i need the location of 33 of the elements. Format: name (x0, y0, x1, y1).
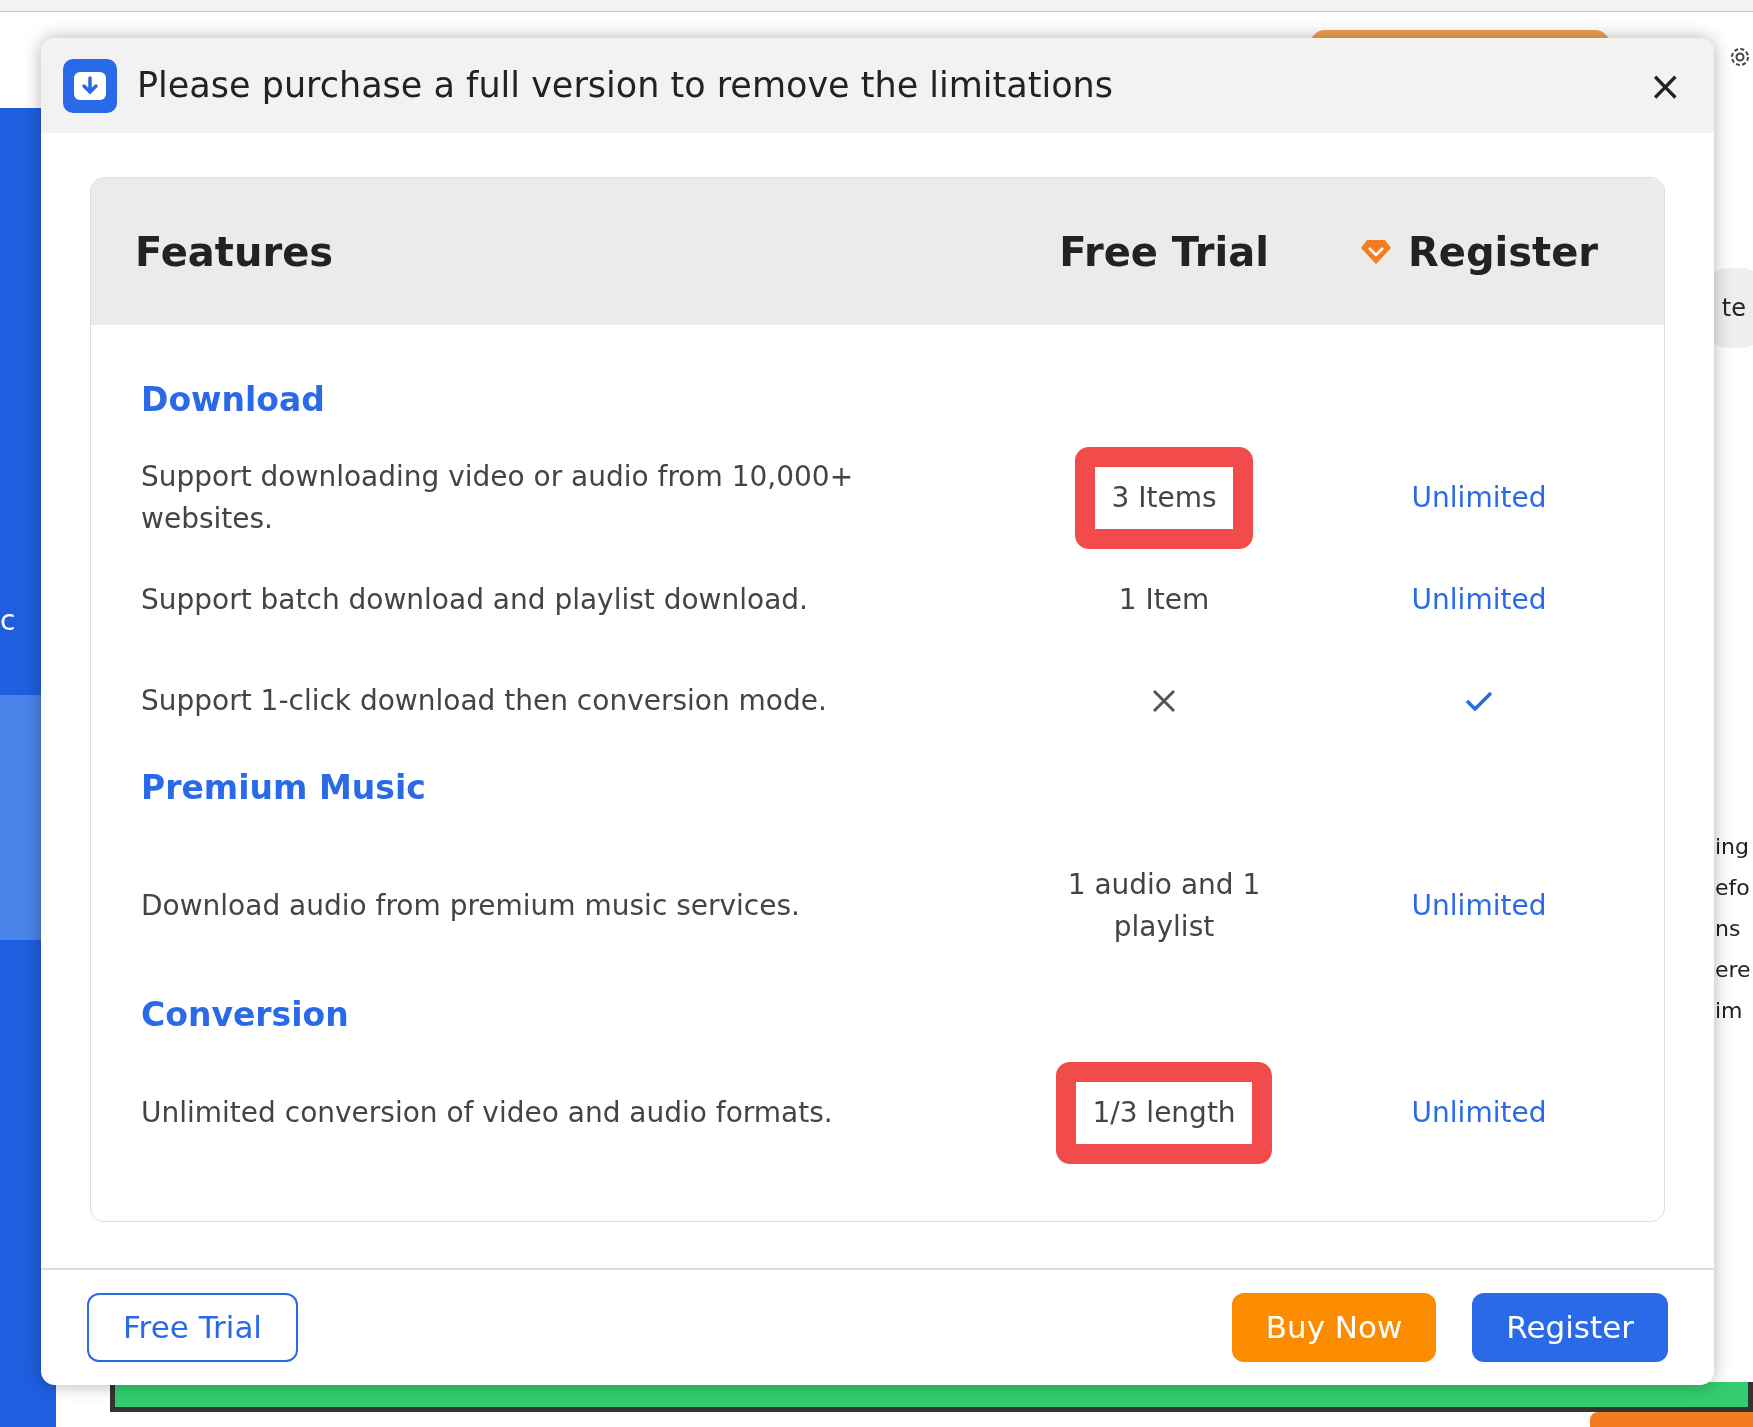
feature-text: Unlimited conversion of video and audio formats. (141, 1094, 833, 1131)
column-header: Features (135, 227, 335, 277)
feature-text: Support batch download and playlist download. (141, 581, 808, 618)
sidebar-text: c (0, 603, 16, 639)
cross-icon (1152, 688, 1176, 713)
feature-text: Download audio from premium music services. (141, 888, 800, 924)
background-text: ing (1715, 833, 1751, 861)
feature-text: Support downloading video or audio from 10,000+ websites. (141, 458, 855, 537)
check-icon (1465, 690, 1493, 711)
background-text: ere (1715, 956, 1751, 984)
limit-text: 1 audio and 1 playlist (1066, 867, 1262, 945)
background-text: ns (1715, 915, 1742, 943)
unlimited-text: Unlimited (1411, 581, 1547, 618)
unlimited-text: Unlimited (1411, 1094, 1547, 1131)
close-button[interactable]: × (1640, 65, 1690, 106)
feature-text: Support 1-click download then conversion mode. (141, 682, 827, 719)
unlimited-text: Unlimited (1411, 479, 1547, 516)
section-title: Download (141, 379, 326, 421)
limit-text: 1/3 length (1056, 1061, 1272, 1164)
limit-text: 3 Items (1075, 446, 1253, 549)
dialog-title: Please purchase a full version to remove the limitations (137, 64, 1115, 108)
limit-text: 1 Item (1117, 581, 1211, 618)
register-button[interactable]: Register (1472, 1293, 1668, 1362)
unlimited-text: Unlimited (1411, 888, 1547, 924)
column-header: Register (1407, 227, 1599, 277)
background-text: efo (1715, 874, 1751, 902)
diamond-icon (1359, 238, 1392, 265)
column-header: Free Trial (1059, 227, 1269, 277)
section-title: Premium Music (141, 766, 427, 809)
section-title: Conversion (141, 994, 350, 1036)
free-trial-button[interactable]: Free Trial (87, 1293, 298, 1362)
background-text: im (1715, 997, 1744, 1025)
download-icon (63, 58, 117, 113)
